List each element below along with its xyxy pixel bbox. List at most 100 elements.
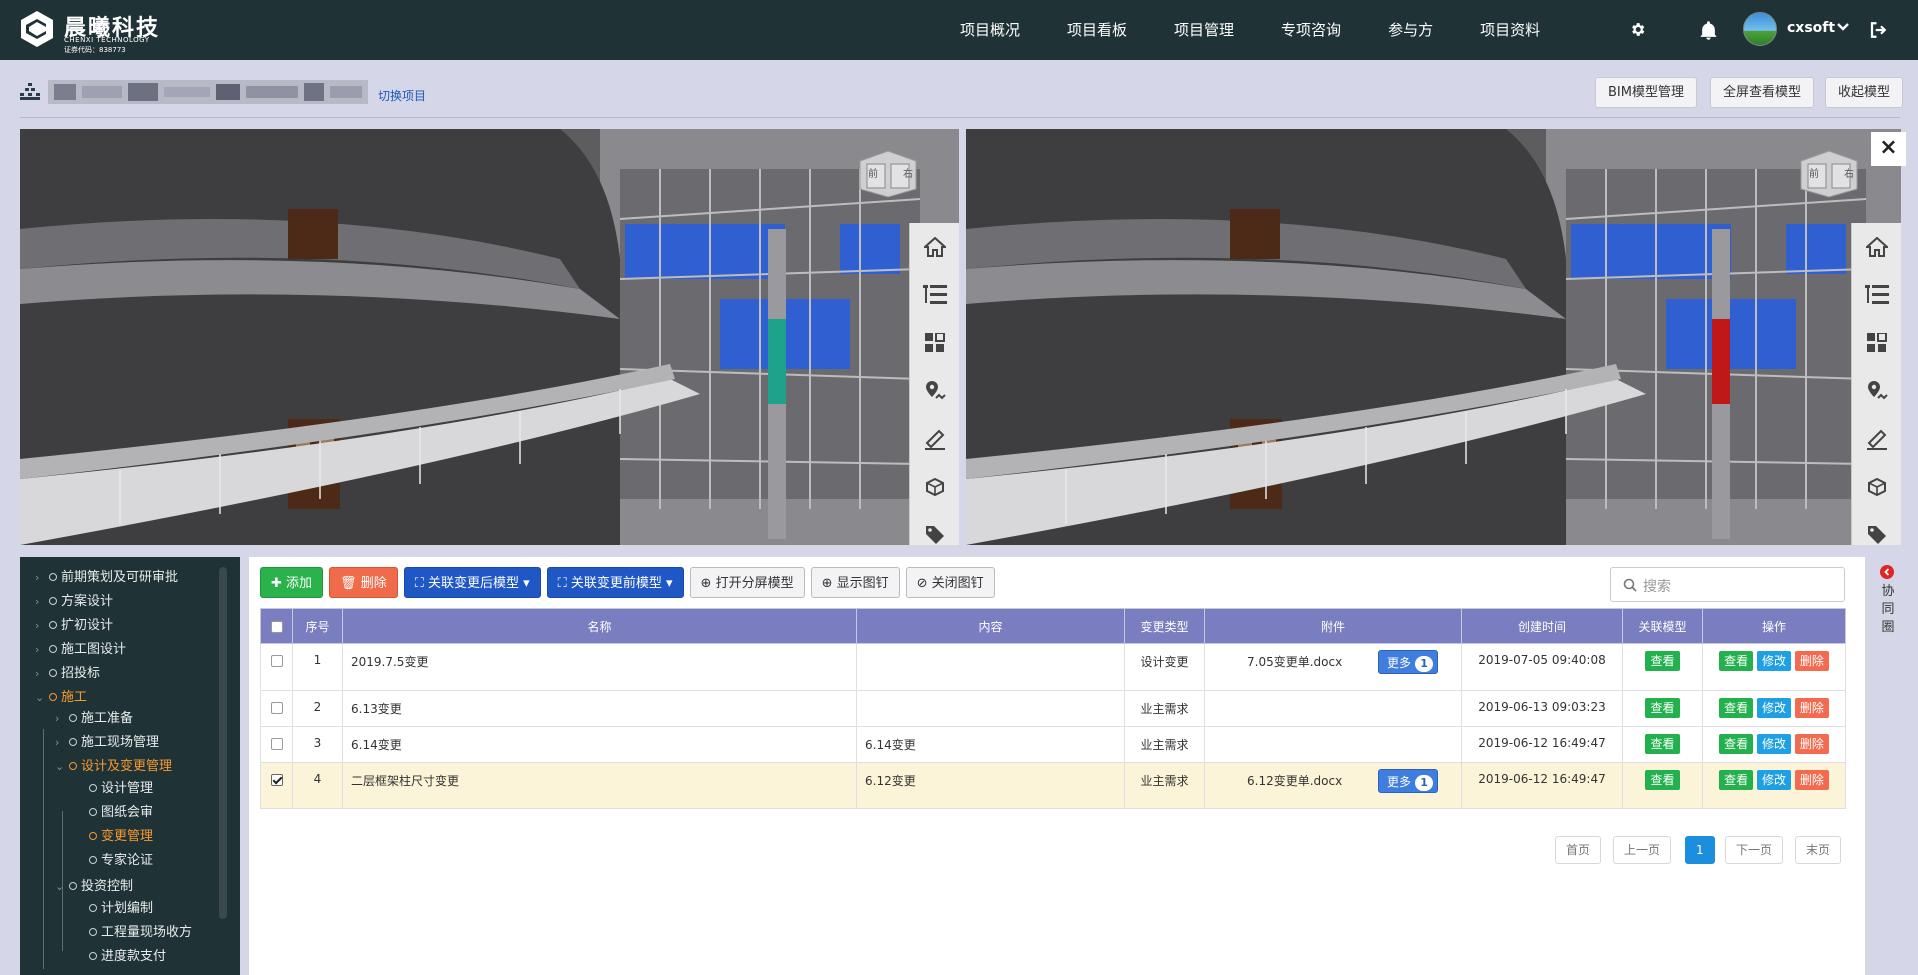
tree-item-active[interactable]: ⌄ 设计及变更管理 (55, 756, 172, 778)
location-icon[interactable] (1852, 367, 1901, 415)
tree-item[interactable]: › 施工准备 (55, 708, 133, 730)
delete-row-button[interactable]: 删除 (1794, 651, 1829, 671)
view-button[interactable]: 查看 (1719, 698, 1754, 718)
view-button[interactable]: 查看 (1719, 651, 1754, 671)
view-model-button[interactable]: 查看 (1645, 770, 1680, 790)
row-select-cell[interactable] (260, 690, 293, 727)
tree-item[interactable]: 图纸会审 (89, 802, 153, 824)
edit-button[interactable]: 修改 (1756, 770, 1791, 790)
row-checkbox[interactable] (270, 654, 283, 667)
tree-item[interactable]: ⌄ 投资控制 (55, 876, 133, 898)
components-icon[interactable] (910, 319, 959, 367)
close-viewer-button[interactable]: × (1871, 132, 1906, 166)
edit-button[interactable]: 修改 (1756, 734, 1791, 754)
bim-viewer-before[interactable]: 前 右 (966, 129, 1901, 545)
chevron-down-icon[interactable] (1836, 20, 1850, 34)
edit-button[interactable]: 修改 (1756, 698, 1791, 718)
tree-item[interactable]: 设计管理 (89, 778, 153, 800)
measure-icon[interactable] (910, 415, 959, 463)
collapse-arrow-icon[interactable] (1880, 565, 1894, 579)
nav-item-overview[interactable]: 项目概况 (960, 0, 1020, 60)
tree-item[interactable]: › 招投标 (35, 663, 100, 685)
bim-viewer-after[interactable]: 前 右 (20, 129, 959, 545)
tree-item[interactable]: › 前期策划及可研审批 (35, 567, 178, 589)
pagination-last[interactable]: 末页 (1795, 836, 1842, 864)
pagination-current[interactable]: 1 (1685, 836, 1715, 864)
measure-icon[interactable] (1852, 415, 1901, 463)
tree-item[interactable]: 进度款支付 (89, 946, 166, 968)
nav-item-consulting[interactable]: 专项咨询 (1281, 0, 1341, 60)
logo[interactable]: 晨曦科技 CHENXI TECHNOLOGY 证券代码：838773 (18, 8, 178, 54)
view-button[interactable]: 查看 (1719, 734, 1754, 754)
pagination-first[interactable]: 首页 (1555, 836, 1602, 864)
logout-icon[interactable] (1869, 21, 1887, 39)
view-button[interactable]: 查看 (1719, 770, 1754, 790)
row-checkbox[interactable] (270, 737, 283, 750)
pagination-next[interactable]: 下一页 (1725, 836, 1784, 864)
fullscreen-model-button[interactable]: 全屏查看模型 (1710, 77, 1815, 108)
more-attachments-button[interactable]: 更多 1 (1378, 650, 1439, 674)
delete-button[interactable]: 🗑 删除 (329, 567, 398, 598)
tree-item[interactable]: 专家论证 (89, 850, 153, 872)
collapse-model-button[interactable]: 收起模型 (1825, 77, 1904, 108)
nav-item-project-management[interactable]: 项目管理 (1174, 0, 1234, 60)
delete-row-button[interactable]: 删除 (1794, 698, 1829, 718)
nav-item-documents[interactable]: 项目资料 (1480, 0, 1540, 60)
open-split-screen-button[interactable]: ⊕ 打开分屏模型 (689, 567, 805, 598)
table-row-selected[interactable]: 4 二层框架柱尺寸变更 6.12变更 业主需求 6.12变更单.docx 更多 1… (260, 762, 1846, 809)
link-before-model-button[interactable]: ⛶ 关联变更前模型 ▾ (546, 567, 684, 598)
view-model-button[interactable]: 查看 (1645, 651, 1680, 671)
home-icon[interactable] (1852, 223, 1901, 271)
tree-item-active[interactable]: 变更管理 (89, 826, 153, 848)
row-select-cell[interactable] (260, 726, 293, 763)
bim-model-manage-button[interactable]: BIM模型管理 (1595, 77, 1697, 108)
tag-icon[interactable] (910, 511, 959, 545)
bim-model-scene[interactable] (966, 129, 1901, 545)
search-input[interactable]: 搜索 (1610, 567, 1845, 602)
select-all-cell[interactable] (260, 608, 293, 644)
more-attachments-button[interactable]: 更多 1 (1378, 769, 1439, 793)
tree-icon[interactable] (1852, 271, 1901, 319)
nav-item-dashboard[interactable]: 项目看板 (1067, 0, 1127, 60)
components-icon[interactable] (1852, 319, 1901, 367)
row-checkbox-checked[interactable] (270, 773, 283, 786)
location-icon[interactable] (910, 367, 959, 415)
home-icon[interactable] (910, 223, 959, 271)
table-row[interactable]: 3 6.14变更 6.14变更 业主需求 2019-06-12 16:49:47… (260, 726, 1846, 763)
bim-model-scene[interactable] (20, 129, 959, 545)
show-pins-button[interactable]: ⊕ 显示图钉 (810, 567, 900, 598)
link-after-model-button[interactable]: ⛶ 关联变更后模型 ▾ (403, 567, 541, 598)
tree-item[interactable]: 计划编制 (89, 898, 153, 920)
table-row[interactable]: 2 6.13变更 业主需求 2019-06-13 09:03:23 查看 查看 … (260, 690, 1846, 727)
delete-row-button[interactable]: 删除 (1794, 734, 1829, 754)
tree-item[interactable]: 工程量现场收方 (89, 922, 192, 944)
tree-item-active[interactable]: ⌄ 施工 (35, 687, 87, 709)
pagination-prev[interactable]: 上一页 (1613, 836, 1672, 864)
add-button[interactable]: ✚ 添加 (260, 567, 324, 598)
tree-item[interactable]: › 方案设计 (35, 591, 113, 613)
gear-icon[interactable] (1629, 21, 1646, 38)
table-row[interactable]: 1 2019.7.5变更 设计变更 7.05变更单.docx 更多 1 2019-… (260, 643, 1846, 691)
select-all-checkbox[interactable] (270, 620, 283, 633)
view-model-button[interactable]: 查看 (1645, 698, 1680, 718)
row-checkbox[interactable] (270, 701, 283, 714)
avatar[interactable] (1743, 12, 1777, 46)
switch-project-link[interactable]: 切换项目 (378, 87, 426, 104)
tree-item[interactable]: › 扩初设计 (35, 615, 113, 637)
bell-icon[interactable] (1700, 21, 1717, 40)
attachment-link[interactable]: 6.12变更单.docx (1247, 772, 1342, 789)
tag-icon[interactable] (1852, 511, 1901, 545)
row-select-cell[interactable] (260, 643, 293, 691)
section-box-icon[interactable] (1852, 463, 1901, 511)
tree-item[interactable]: › 施工图设计 (35, 639, 126, 661)
attachment-link[interactable]: 7.05变更单.docx (1247, 653, 1342, 670)
section-box-icon[interactable] (910, 463, 959, 511)
tree-icon[interactable] (910, 271, 959, 319)
view-model-button[interactable]: 查看 (1645, 734, 1680, 754)
row-select-cell[interactable] (260, 762, 293, 809)
hide-pins-button[interactable]: ⊘ 关闭图钉 (905, 567, 995, 598)
tree-scrollbar[interactable] (219, 567, 227, 919)
delete-row-button[interactable]: 删除 (1794, 770, 1829, 790)
username[interactable]: cxsoft (1787, 20, 1835, 36)
nav-item-participants[interactable]: 参与方 (1388, 0, 1433, 60)
